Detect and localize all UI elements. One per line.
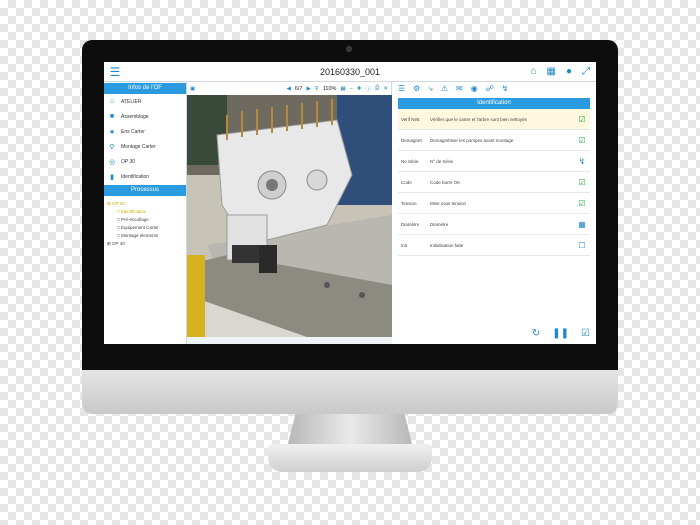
nav-item-label: OP 30 xyxy=(121,158,136,165)
pause-icon[interactable]: ❚❚ xyxy=(552,328,569,339)
home-icon: ⌂ xyxy=(109,98,115,105)
checklist-panel: ☰ ⚙ ⤷ ⚠ ✉ ◉ ☍ ↯ Identification Verif Net… xyxy=(392,82,596,344)
target-icon: ◎ xyxy=(108,158,116,166)
checklist-row[interactable]: Verif Nett Vérifier que le carter et l'a… xyxy=(398,109,590,130)
tree-item[interactable]: □ Identification xyxy=(107,208,183,216)
app-screen: ☰ 20160330_001 ⌂ ▦ ● ⤢ Infos de l'OF ⌂ A… xyxy=(104,62,596,344)
list-icon[interactable]: ☰ xyxy=(398,84,405,93)
tree-item[interactable]: □ Equipement Carter xyxy=(107,224,183,232)
zoom-level[interactable]: 110% xyxy=(323,86,337,92)
tree-item[interactable]: ⊞ OP 30 xyxy=(107,200,183,208)
zoom-in-icon[interactable]: ✚ xyxy=(357,86,362,92)
prev-page-icon[interactable]: ◀ xyxy=(287,86,291,92)
grid-icon[interactable]: ▦ xyxy=(547,66,556,77)
monitor-neck xyxy=(288,414,412,444)
window-title: 20160330_001 xyxy=(319,66,381,77)
fit-icon[interactable]: ▦ xyxy=(340,86,345,92)
attachment-icon[interactable]: ☍ xyxy=(486,84,494,93)
checkbox-checked-icon[interactable]: ☑ xyxy=(574,115,590,124)
info-panel: Infos de l'OF ⌂ ATELIER ■ Assemblage ★ E… xyxy=(104,82,187,344)
expand-icon[interactable]: ⤢ xyxy=(582,66,590,77)
settings-icon[interactable]: ⚙ xyxy=(413,84,420,93)
bookmark-icon: ▮ xyxy=(110,173,114,181)
checklist-toolbar: ☰ ⚙ ⤷ ⚠ ✉ ◉ ☍ ↯ xyxy=(392,82,596,95)
lightning-icon[interactable]: ↯ xyxy=(574,157,590,166)
warning-icon[interactable]: ⚠ xyxy=(441,84,448,93)
nav-item-label: Montage Carter xyxy=(121,143,156,150)
checklist-footer: ↻ ❚❚ ☑ xyxy=(532,328,590,339)
viewer-scrollbar[interactable] xyxy=(187,337,392,344)
nav-item-op30[interactable]: ◎ OP 30 xyxy=(104,154,186,169)
comment-icon[interactable]: ✉ xyxy=(456,84,463,93)
star-icon: ★ xyxy=(108,128,116,136)
process-header: Processus xyxy=(104,185,186,196)
wrench-icon[interactable]: ⤷ xyxy=(428,84,432,94)
viewer-toolbar: ▣ ◀ 6/7 ▶ ⚲ 110% ▦ − ✚ ⓘ ⎙ ✕ xyxy=(187,82,391,95)
home-icon[interactable]: ⌂ xyxy=(530,66,536,77)
checkbox-checked-icon[interactable]: ☑ xyxy=(574,178,590,187)
refresh-icon[interactable]: ↻ xyxy=(532,328,540,339)
next-page-icon[interactable]: ▶ xyxy=(307,86,311,92)
top-bar: ☰ 20160330_001 ⌂ ▦ ● ⤢ xyxy=(104,62,596,82)
monitor-chin xyxy=(82,370,618,414)
checklist-row[interactable]: Tension Mise sous tension ☑ xyxy=(398,193,590,214)
page-icon[interactable]: ▣ xyxy=(190,86,195,92)
machine-photo xyxy=(187,95,392,337)
cube-icon: ■ xyxy=(109,113,115,120)
nav-item-atelier[interactable]: ⌂ ATELIER xyxy=(104,94,186,109)
checklist-row[interactable]: No Série N° de Série ↯ xyxy=(398,151,590,172)
tree-item[interactable]: ⊞ OP 40 xyxy=(107,240,183,248)
info-icon[interactable]: ⓘ xyxy=(365,85,371,93)
checkbox-unchecked-icon[interactable]: ☐ xyxy=(574,241,590,250)
nav-item-montage-carter[interactable]: ⚲ Montage Carter xyxy=(104,139,186,154)
nav-item-label: ATELIER xyxy=(121,98,142,105)
close-icon[interactable]: ✕ xyxy=(383,86,388,92)
validate-icon[interactable]: ☑ xyxy=(581,328,590,339)
zoom-out-icon[interactable]: − xyxy=(350,86,353,92)
calculator-icon[interactable]: ▦ xyxy=(574,220,590,229)
pin-icon: ⚲ xyxy=(109,143,115,151)
document-viewer: ▣ ◀ 6/7 ▶ ⚲ 110% ▦ − ✚ ⓘ ⎙ ✕ xyxy=(187,82,392,344)
process-tree: ⊞ OP 30 □ Identification □ Pré-encollage… xyxy=(104,196,186,252)
monitor-base xyxy=(268,444,432,472)
nav-item-label: Identification xyxy=(121,173,150,180)
checkbox-checked-icon[interactable]: ☑ xyxy=(574,136,590,145)
checklist-header: Identification xyxy=(398,98,590,109)
print-icon[interactable]: ⎙ xyxy=(375,85,379,92)
machine-photo-image xyxy=(187,95,392,337)
lightning-icon[interactable]: ↯ xyxy=(502,84,509,93)
checklist-row[interactable]: Code Code barre OK ☑ xyxy=(398,172,590,193)
checkbox-checked-icon[interactable]: ☑ xyxy=(574,199,590,208)
checklist-row[interactable]: Init Initialisation faite ☐ xyxy=(398,235,590,256)
nav-item-label: Ens Carter xyxy=(121,128,145,135)
nav-item-ens-carter[interactable]: ★ Ens Carter xyxy=(104,124,186,139)
camera-icon[interactable]: ◉ xyxy=(471,84,478,93)
info-header: Infos de l'OF xyxy=(104,83,186,94)
checklist-row[interactable]: Diamètre Diamètre ▦ xyxy=(398,214,590,235)
nav-item-identification[interactable]: ▮ Identification xyxy=(104,169,186,184)
nav-item-assemblage[interactable]: ■ Assemblage xyxy=(104,109,186,124)
checklist-row[interactable]: Demagnet Demagnétiser les pompes avant m… xyxy=(398,130,590,151)
user-icon[interactable]: ● xyxy=(566,66,572,77)
zoom-icon[interactable]: ⚲ xyxy=(315,86,319,92)
tree-item[interactable]: □ Montage elements xyxy=(107,232,183,240)
camera-icon xyxy=(346,46,352,52)
nav-item-label: Assemblage xyxy=(121,113,149,120)
tree-item[interactable]: □ Pré-encollage xyxy=(107,216,183,224)
page-indicator[interactable]: 6/7 xyxy=(295,86,303,92)
